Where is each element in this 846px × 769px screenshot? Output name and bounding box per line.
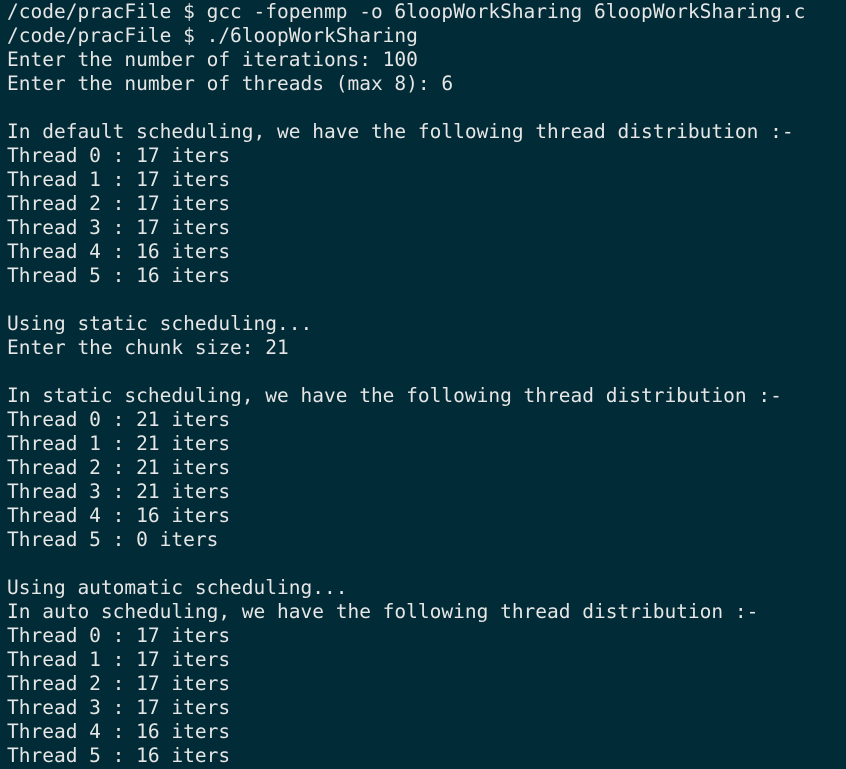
terminal-line-static-thread-0: Thread 0 : 21 iters xyxy=(7,408,231,431)
terminal-line-static-thread-4: Thread 4 : 16 iters xyxy=(7,504,231,527)
terminal-line-auto-thread-3: Thread 3 : 17 iters xyxy=(7,696,231,719)
terminal-line-static-thread-2: Thread 2 : 21 iters xyxy=(7,456,231,479)
terminal-line-default-thread-4: Thread 4 : 16 iters xyxy=(7,240,231,263)
terminal-line-default-thread-3: Thread 3 : 17 iters xyxy=(7,216,231,239)
terminal-line-auto-thread-1: Thread 1 : 17 iters xyxy=(7,648,231,671)
terminal-line-default-thread-2: Thread 2 : 17 iters xyxy=(7,192,231,215)
terminal-line-auto-thread-5: Thread 5 : 16 iters xyxy=(7,744,231,767)
terminal-line-static-thread-5: Thread 5 : 0 iters xyxy=(7,528,219,551)
terminal-line-static-intro: Using static scheduling... xyxy=(7,312,313,335)
terminal-window[interactable]: /code/pracFile $ gcc -fopenmp -o 6loopWo… xyxy=(0,0,846,769)
terminal-line-default-thread-1: Thread 1 : 17 iters xyxy=(7,168,231,191)
terminal-line-static-thread-1: Thread 1 : 21 iters xyxy=(7,432,231,455)
terminal-line-chunk-prompt: Enter the chunk size: 21 xyxy=(7,336,289,359)
terminal-line-threads-prompt: Enter the number of threads (max 8): 6 xyxy=(7,72,454,95)
terminal-line-auto-header: In auto scheduling, we have the followin… xyxy=(7,600,759,623)
terminal-line-default-thread-5: Thread 5 : 16 iters xyxy=(7,264,231,287)
terminal-line-auto-intro: Using automatic scheduling... xyxy=(7,576,348,599)
terminal-line-default-thread-0: Thread 0 : 17 iters xyxy=(7,144,231,167)
terminal-line-run-command: /code/pracFile $ ./6loopWorkSharing xyxy=(7,24,418,47)
terminal-line-auto-thread-2: Thread 2 : 17 iters xyxy=(7,672,231,695)
terminal-line-default-header: In default scheduling, we have the follo… xyxy=(7,120,794,143)
terminal-line-iterations-prompt: Enter the number of iterations: 100 xyxy=(7,48,418,71)
terminal-line-compile-command: /code/pracFile $ gcc -fopenmp -o 6loopWo… xyxy=(7,0,806,23)
terminal-line-auto-thread-0: Thread 0 : 17 iters xyxy=(7,624,231,647)
terminal-line-auto-thread-4: Thread 4 : 16 iters xyxy=(7,720,231,743)
terminal-line-static-header: In static scheduling, we have the follow… xyxy=(7,384,782,407)
terminal-line-static-thread-3: Thread 3 : 21 iters xyxy=(7,480,231,503)
